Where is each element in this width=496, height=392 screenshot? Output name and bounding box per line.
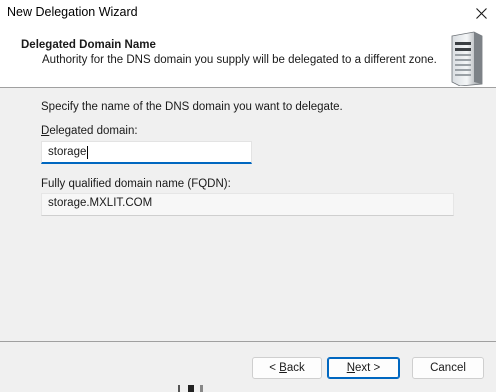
close-icon (475, 7, 487, 19)
back-prefix: < (269, 362, 280, 374)
delegated-domain-input[interactable]: storage (41, 141, 252, 164)
text-caret (87, 145, 89, 159)
fqdn-label: Fully qualified domain name (FQDN): (41, 178, 231, 190)
window-title: New Delegation Wizard (7, 5, 138, 19)
header-subtitle: Authority for the DNS domain you supply … (42, 54, 437, 66)
server-icon (451, 31, 483, 86)
next-label: ext > (355, 362, 381, 374)
delegated-domain-value: storage (48, 146, 87, 158)
footer-divider (0, 341, 496, 342)
delegated-domain-label: Delegated domain: (41, 125, 138, 137)
title-bar: New Delegation Wizard (0, 0, 496, 26)
delegated-domain-label-text: elegated domain: (49, 125, 138, 137)
back-mnemonic: B (279, 362, 287, 374)
fqdn-field: storage.MXLIT.COM (41, 193, 454, 216)
wizard-content: Specify the name of the DNS domain you w… (0, 89, 496, 341)
back-button[interactable]: < Back (252, 357, 322, 379)
cancel-button[interactable]: Cancel (412, 357, 484, 379)
wizard-header: Delegated Domain Name Authority for the … (0, 26, 496, 88)
instruction-text: Specify the name of the DNS domain you w… (41, 101, 343, 113)
next-mnemonic: N (346, 362, 356, 374)
header-title: Delegated Domain Name (21, 39, 156, 51)
next-button[interactable]: Next > (327, 357, 400, 379)
close-button[interactable] (466, 0, 496, 26)
background-window-fragment (178, 385, 203, 392)
back-label: ack (286, 362, 305, 374)
